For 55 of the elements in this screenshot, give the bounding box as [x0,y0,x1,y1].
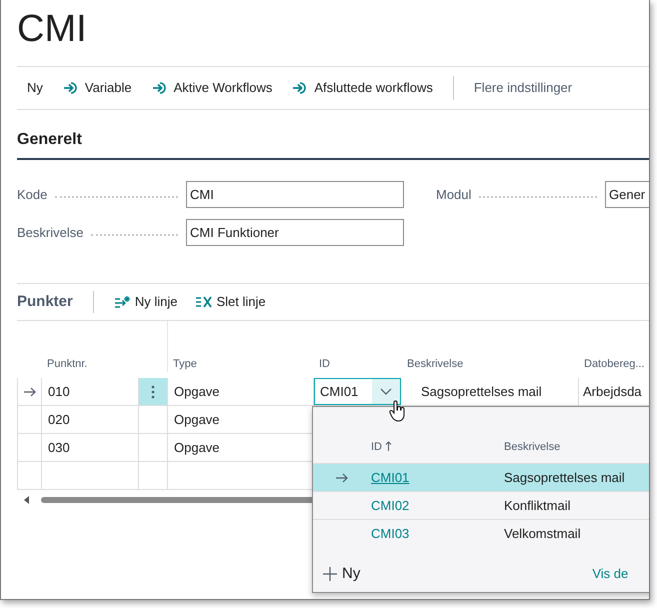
show-more-link[interactable]: Vis de [592,564,628,584]
table-cell-text: Konfliktmail [504,496,570,515]
table-cell-text: 010 [47,382,71,401]
table-cell-text: Sagsoprettelses mail [504,468,625,487]
row-menu-icon[interactable] [151,384,155,398]
action-button[interactable]: Aktive Workflows [152,78,272,98]
current-row-arrow-icon [335,472,349,482]
page-title: CMI [17,10,87,48]
row-selector-cell[interactable] [138,378,167,405]
column-header[interactable]: ID [371,438,504,455]
id-link[interactable]: CMI03 [371,524,504,544]
plus-icon [323,567,337,581]
table-cell-text: Arbejdsda [582,382,643,401]
section-heading[interactable]: Generelt [17,131,82,148]
table-cell-text: 030 [47,438,71,457]
section-heading[interactable]: Punkter [17,290,73,314]
lookup-row[interactable]: CMI02 Konfliktmail [313,491,649,519]
current-row-arrow-icon [23,386,37,396]
arrow-into-icon [152,81,168,95]
new-button[interactable]: Ny [323,562,360,586]
lookup-row[interactable]: CMI01 Sagsoprettelses mail [313,463,649,491]
id-dropdown-field[interactable]: CMI01 [314,378,401,405]
action-button[interactable]: Ny [27,78,43,98]
add-line-icon [114,295,131,309]
arrow-into-icon [62,81,79,95]
field-label: Modul [436,186,472,204]
column-header[interactable]: Beskrivelse [504,438,560,455]
text-field[interactable]: Gener [605,181,649,208]
table-cell-text: Opgave [173,438,221,457]
table-cell-text: 020 [47,410,71,429]
table-cell-text: Opgave [173,410,221,429]
column-header[interactable]: Type [173,358,197,370]
action-button[interactable]: Slet linje [195,292,266,312]
more-options-button[interactable]: Flere indstillinger [474,78,572,98]
chevron-down-icon[interactable] [372,379,400,404]
column-header[interactable]: Datobereg... [584,358,645,370]
table-cell-text: Sagsoprettelses mail [420,382,543,401]
lookup-row[interactable]: CMI03 Velkomstmail [313,519,649,547]
arrow-into-icon [292,81,308,95]
field-label: Kode [17,186,48,204]
table-cell-text: Velkomstmail [504,524,581,543]
text-field[interactable]: CMI [186,181,404,208]
delete-line-icon [195,295,212,309]
column-header[interactable]: Punktnr. [47,358,88,370]
field-label: Beskrivelse [17,224,84,242]
sort-ascending-icon [385,441,392,452]
action-button[interactable]: Variable [62,78,132,98]
table-cell-text: Opgave [173,382,221,401]
scroll-left-icon[interactable] [23,496,31,504]
action-button[interactable]: Ny linje [114,292,178,312]
id-link[interactable]: CMI02 [371,496,504,516]
column-header[interactable]: ID [319,358,330,370]
text-field[interactable]: CMI Funktioner [186,219,404,246]
action-button[interactable]: Afsluttede workflows [292,78,433,98]
column-header[interactable]: Beskrivelse [407,358,464,370]
